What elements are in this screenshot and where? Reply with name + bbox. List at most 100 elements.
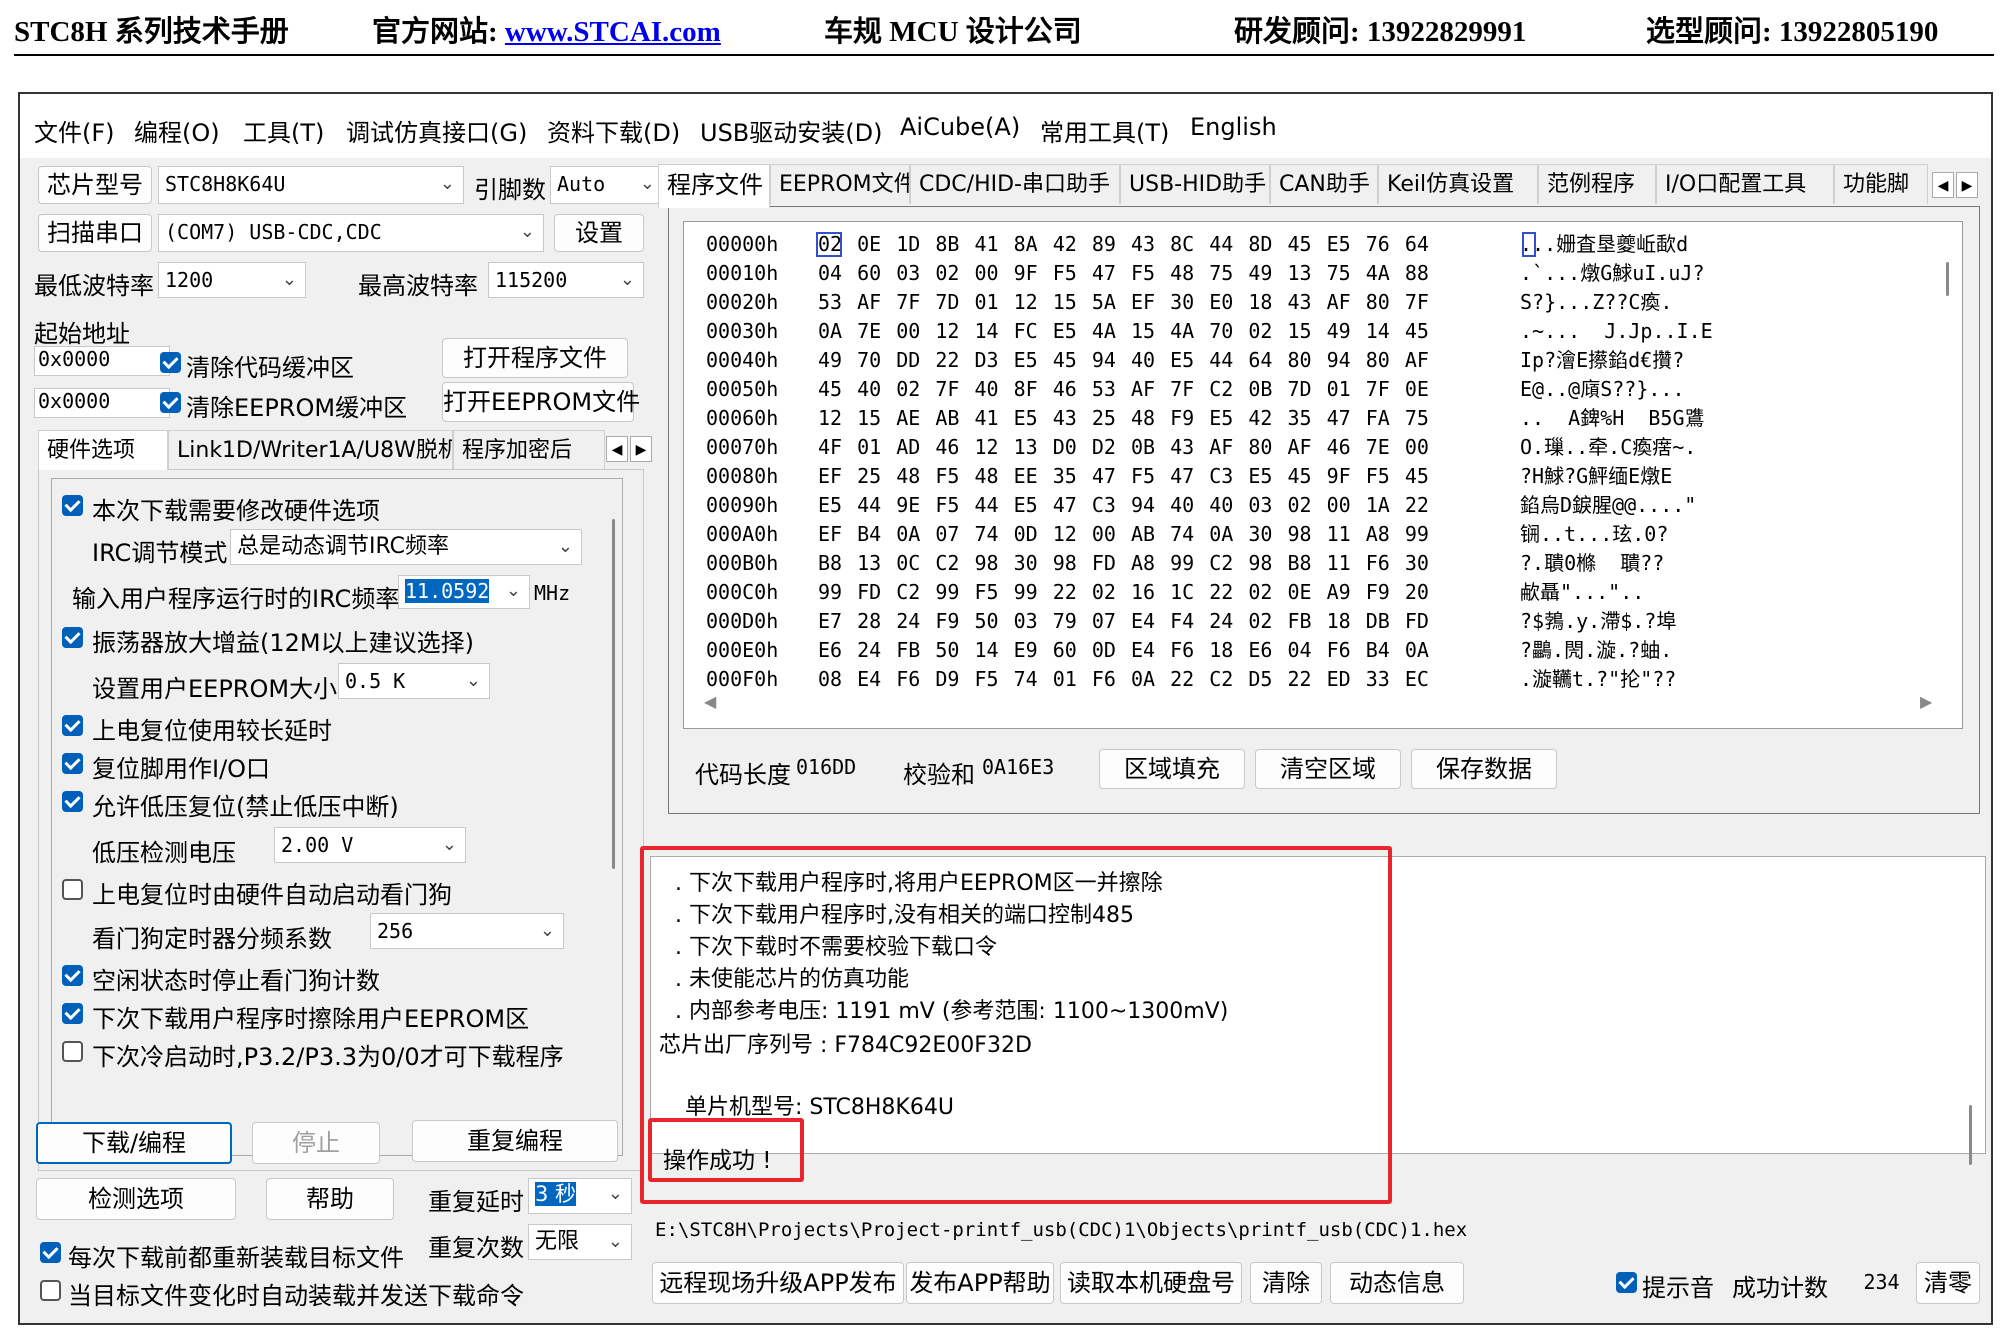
open-eeprom-button[interactable]: 打开EEPROM文件 [442,382,640,422]
power-delay-checkbox[interactable] [62,715,83,736]
scan-port-button[interactable]: 扫描串口 [38,214,152,252]
tab-keil-sim[interactable]: Keil仿真设置 [1378,164,1538,204]
repeat-delay-select[interactable]: 3 秒 ⌄ [528,1178,632,1214]
hex-bytes: 49 70 DD 22 D3 E5 45 94 40 E5 44 64 80 9… [818,348,1429,372]
hscroll-left-icon[interactable]: ◀ [704,692,716,711]
tab-scroll-right-icon[interactable]: ▶ [1956,172,1978,198]
checksum-label: 校验和 [903,761,975,789]
chevron-down-icon: ⌄ [281,269,297,290]
eeprom-start-address-input[interactable]: 0x0000 [34,388,170,418]
menu-aicube[interactable]: AiCube(A) [900,113,1020,141]
app-help-button[interactable]: 发布APP帮助 [906,1262,1054,1304]
download-program-button[interactable]: 下载/编程 [36,1122,232,1164]
page-header: STC8H 系列技术手册 官方网站: www.STCAI.com 车规 MCU … [14,8,1994,48]
code-start-address-input[interactable]: 0x0000 [34,346,170,376]
beep-checkbox[interactable] [1616,1272,1637,1293]
tab-program-file[interactable]: 程序文件 [658,164,770,208]
tab-offline[interactable]: Link1D/Writer1A/U8W脱机 [168,430,453,470]
lvr-checkbox[interactable] [62,791,83,812]
wdt-auto-checkbox[interactable] [62,879,83,900]
irc-mode-select[interactable]: 总是动态调节IRC频率 ⌄ [230,529,582,565]
left-tabs: 硬件选项 Link1D/Writer1A/U8W脱机 程序加密后 ◀ ▶ [38,430,662,470]
auto-reload-checkbox[interactable] [40,1280,61,1301]
clear-log-button[interactable]: 清除 [1250,1262,1322,1304]
modify-hw-label: 本次下载需要修改硬件选项 [92,497,380,525]
clear-eeprom-checkbox[interactable] [160,392,181,413]
menu-tools[interactable]: 工具(T) [243,113,324,148]
irc-freq-select[interactable]: 11.0592 ⌄ [398,575,530,609]
hardware-options-inner: 本次下载需要修改硬件选项 IRC调节模式 总是动态调节IRC频率 ⌄ 输入用户程序… [51,478,623,1156]
menu-file[interactable]: 文件(F) [34,113,115,148]
menu-usb-driver[interactable]: USB驱动安装(D) [700,113,882,148]
tab-scroll-right-icon[interactable]: ▶ [630,436,652,462]
clear-code-label: 清除代码缓冲区 [186,354,354,382]
tab-encryption[interactable]: 程序加密后 [453,430,605,470]
reset-io-checkbox[interactable] [62,753,83,774]
tab-usb-hid[interactable]: USB-HID助手 [1120,164,1270,204]
region-fill-button[interactable]: 区域填充 [1099,749,1245,789]
tab-hardware-options[interactable]: 硬件选项 [38,430,168,470]
save-data-button[interactable]: 保存数据 [1411,749,1557,789]
menu-english[interactable]: English [1190,113,1277,141]
max-baud-select[interactable]: 115200 ⌄ [488,262,644,298]
repeat-program-button[interactable]: 重复编程 [412,1120,618,1162]
dynamic-info-button[interactable]: 动态信息 [1330,1262,1464,1304]
eeprom-size-select[interactable]: 0.5 K ⌄ [338,663,490,699]
hex-address: 00050h [706,377,779,401]
hex-ascii: S?}...Z??C瘓. [1520,290,1673,314]
osc-gain-checkbox[interactable] [62,627,83,648]
hex-address: 000D0h [706,609,779,633]
wdt-div-select[interactable]: 256 ⌄ [370,913,564,949]
eeprom-size-value: 0.5 K [345,669,406,693]
port-select[interactable]: (COM7) USB-CDC,CDC ⌄ [158,214,544,252]
tab-examples[interactable]: 范例程序 [1538,164,1656,204]
lvd-select[interactable]: 2.00 V ⌄ [274,827,466,863]
clear-code-checkbox[interactable] [160,352,181,373]
tab-eeprom-file[interactable]: EEPROM文件 [770,164,910,204]
log-vscroll[interactable] [1969,1105,1972,1165]
help-button[interactable]: 帮助 [266,1178,394,1220]
cold-boot-checkbox[interactable] [62,1041,83,1062]
irc-freq-label: 输入用户程序运行时的IRC频率 [72,585,400,613]
reset-count-button[interactable]: 清零 [1916,1262,1980,1304]
check-options-button[interactable]: 检测选项 [36,1178,236,1220]
tab-scroll-left-icon[interactable]: ◀ [1932,172,1954,198]
tab-function-pin[interactable]: 功能脚 [1834,164,1928,204]
clear-region-button[interactable]: 清空区域 [1255,749,1401,789]
options-scrollbar[interactable] [612,519,615,869]
pin-select-value: Auto [557,172,606,196]
chip-select[interactable]: STC8H8K64U ⌄ [158,166,464,204]
tab-can[interactable]: CAN助手 [1270,164,1378,204]
pin-select[interactable]: Auto ⌄ [550,166,664,204]
wdt-auto-label: 上电复位时由硬件自动启动看门狗 [92,881,452,909]
erase-eeprom-checkbox[interactable] [62,1003,83,1024]
hex-bytes: 99 FD C2 99 F5 99 22 02 16 1C 22 02 0E A… [818,580,1429,604]
open-program-button[interactable]: 打开程序文件 [442,338,628,378]
reload-each-checkbox[interactable] [40,1242,61,1263]
hex-address: 00080h [706,464,779,488]
hex-address: 00070h [706,435,779,459]
repeat-count-select[interactable]: 无限 ⌄ [528,1224,632,1260]
menu-common-tools[interactable]: 常用工具(T) [1040,113,1169,148]
min-baud-select[interactable]: 1200 ⌄ [158,262,306,298]
menu-debug[interactable]: 调试仿真接口(G) [346,113,527,148]
menu-program[interactable]: 编程(O) [134,113,220,148]
modify-hw-checkbox[interactable] [62,495,83,516]
remote-upgrade-button[interactable]: 远程现场升级APP发布 [652,1262,904,1304]
tab-scroll-left-icon[interactable]: ◀ [606,436,628,462]
hex-vscroll[interactable] [1946,262,1949,296]
hscroll-right-icon[interactable]: ▶ [1920,692,1932,711]
chip-type-button[interactable]: 芯片型号 [38,166,152,204]
menu-download[interactable]: 资料下载(D) [547,113,680,148]
website-link[interactable]: www.STCAI.com [505,16,721,48]
tab-io-config[interactable]: I/O口配置工具 [1656,164,1834,204]
stop-button[interactable]: 停止 [252,1122,380,1164]
tab-cdc-hid-serial[interactable]: CDC/HID-串口助手 [910,164,1120,204]
chevron-down-icon: ⌄ [639,173,655,194]
reload-each-label: 每次下载前都重新装载目标文件 [68,1244,404,1272]
hex-view[interactable]: 00000h 02 0E 1D 8B 41 8A 42 89 43 8C 44 8… [683,221,1963,729]
hex-address: 000A0h [706,522,779,546]
read-disk-id-button[interactable]: 读取本机硬盘号 [1060,1262,1242,1304]
idle-wdt-checkbox[interactable] [62,965,83,986]
settings-button[interactable]: 设置 [554,214,644,252]
